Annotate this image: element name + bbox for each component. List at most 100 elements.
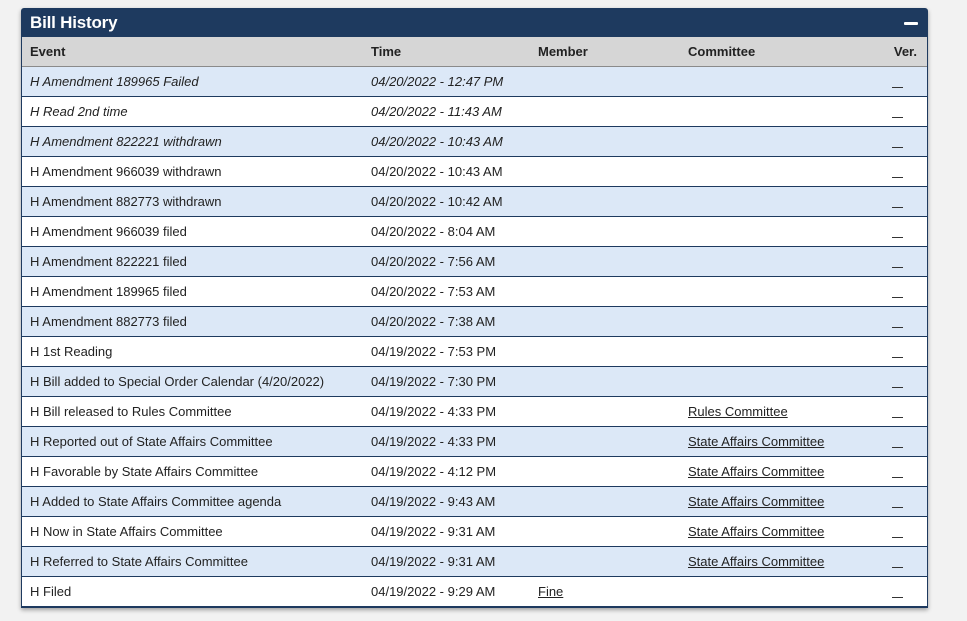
member-cell (530, 486, 680, 517)
committee-cell (680, 156, 860, 187)
dash-icon (892, 417, 903, 419)
committee-cell (680, 66, 860, 97)
time-cell: 04/19/2022 - 9:43 AM (363, 486, 530, 517)
version-cell (860, 96, 927, 127)
time-cell: 04/20/2022 - 7:38 AM (363, 306, 530, 337)
member-cell (530, 456, 680, 487)
event-cell: H Amendment 822221 withdrawn (22, 126, 363, 157)
version-cell (860, 546, 927, 577)
version-cell (860, 426, 927, 457)
member-cell (530, 96, 680, 127)
time-cell: 04/20/2022 - 10:43 AM (363, 126, 530, 157)
event-cell: H Amendment 882773 withdrawn (22, 186, 363, 217)
committee-link[interactable]: State Affairs Committee (688, 434, 824, 449)
table-row: H Amendment 189965 filed 04/20/2022 - 7:5… (22, 276, 927, 307)
event-cell: H Bill released to Rules Committee (22, 396, 363, 427)
time-cell: 04/20/2022 - 10:42 AM (363, 186, 530, 217)
time-cell: 04/20/2022 - 12:47 PM (363, 66, 530, 97)
member-cell (530, 396, 680, 427)
committee-link[interactable]: Rules Committee (688, 404, 788, 419)
committee-cell (680, 246, 860, 277)
version-cell (860, 456, 927, 487)
table-row: H Favorable by State Affairs Committee 04… (22, 456, 927, 487)
table-row: H Amendment 882773 withdrawn 04/20/2022 -… (22, 186, 927, 217)
bill-history-panel: Bill History Event Time Member Committee… (21, 8, 928, 608)
committee-cell (680, 216, 860, 247)
committee-link[interactable]: State Affairs Committee (688, 494, 824, 509)
version-cell (860, 186, 927, 217)
event-cell: H Amendment 882773 filed (22, 306, 363, 337)
table-row: H Bill added to Special Order Calendar (… (22, 366, 927, 397)
committee-cell (680, 366, 860, 397)
dash-icon (892, 147, 903, 149)
committee-link[interactable]: State Affairs Committee (688, 554, 824, 569)
committee-link[interactable]: State Affairs Committee (688, 524, 824, 539)
table-row: H Amendment 966039 withdrawn 04/20/2022 -… (22, 156, 927, 187)
time-cell: 04/20/2022 - 7:53 AM (363, 276, 530, 307)
event-cell: H Read 2nd time (22, 96, 363, 127)
dash-icon (892, 537, 903, 539)
committee-cell (680, 336, 860, 367)
committee-cell: State Affairs Committee (680, 456, 860, 487)
event-cell: H Amendment 966039 withdrawn (22, 156, 363, 187)
member-cell (530, 546, 680, 577)
version-cell (860, 156, 927, 187)
event-cell: H Now in State Affairs Committee (22, 516, 363, 547)
version-cell (860, 246, 927, 277)
member-cell (530, 426, 680, 457)
version-cell (860, 216, 927, 247)
time-cell: 04/19/2022 - 4:33 PM (363, 396, 530, 427)
table-row: H Amendment 966039 filed 04/20/2022 - 8:0… (22, 216, 927, 247)
column-header-ver: Ver. (860, 37, 927, 67)
dash-icon (892, 387, 903, 389)
table-row: H Filed 04/19/2022 - 9:29 AM Fine (22, 576, 927, 607)
event-cell: H Amendment 189965 filed (22, 276, 363, 307)
table-row: H Read 2nd time 04/20/2022 - 11:43 AM (22, 96, 927, 127)
dash-icon (892, 597, 903, 599)
event-cell: H Favorable by State Affairs Committee (22, 456, 363, 487)
committee-cell (680, 126, 860, 157)
member-cell (530, 516, 680, 547)
event-cell: H Amendment 966039 filed (22, 216, 363, 247)
event-cell: H 1st Reading (22, 336, 363, 367)
event-cell: H Amendment 189965 Failed (22, 66, 363, 97)
version-cell (860, 306, 927, 337)
committee-cell (680, 576, 860, 607)
member-cell (530, 126, 680, 157)
committee-link[interactable]: State Affairs Committee (688, 464, 824, 479)
dash-icon (892, 267, 903, 269)
bill-history-table: Event Time Member Committee Ver. H Amend… (22, 37, 927, 607)
dash-icon (892, 567, 903, 569)
dash-icon (892, 117, 903, 119)
collapse-icon[interactable] (903, 15, 919, 31)
dash-icon (892, 297, 903, 299)
committee-cell (680, 306, 860, 337)
table-header-row: Event Time Member Committee Ver. (22, 37, 927, 67)
version-cell (860, 336, 927, 367)
time-cell: 04/20/2022 - 10:43 AM (363, 156, 530, 187)
committee-cell (680, 96, 860, 127)
committee-cell: State Affairs Committee (680, 516, 860, 547)
member-link[interactable]: Fine (538, 584, 563, 599)
panel-header: Bill History (22, 9, 927, 37)
committee-cell: Rules Committee (680, 396, 860, 427)
version-cell (860, 366, 927, 397)
table-row: H Amendment 189965 Failed 04/20/2022 - 12… (22, 66, 927, 97)
dash-icon (892, 447, 903, 449)
time-cell: 04/19/2022 - 9:29 AM (363, 576, 530, 607)
member-cell (530, 186, 680, 217)
table-row: H Added to State Affairs Committee agend… (22, 486, 927, 517)
dash-icon (892, 357, 903, 359)
time-cell: 04/20/2022 - 11:43 AM (363, 96, 530, 127)
dash-icon (892, 87, 903, 89)
dash-icon (892, 507, 903, 509)
member-cell (530, 336, 680, 367)
dash-icon (892, 237, 903, 239)
time-cell: 04/19/2022 - 7:53 PM (363, 336, 530, 367)
version-cell (860, 126, 927, 157)
table-row: H Amendment 882773 filed 04/20/2022 - 7:3… (22, 306, 927, 337)
committee-cell (680, 276, 860, 307)
committee-cell: State Affairs Committee (680, 426, 860, 457)
version-cell (860, 576, 927, 607)
event-cell: H Reported out of State Affairs Committe… (22, 426, 363, 457)
